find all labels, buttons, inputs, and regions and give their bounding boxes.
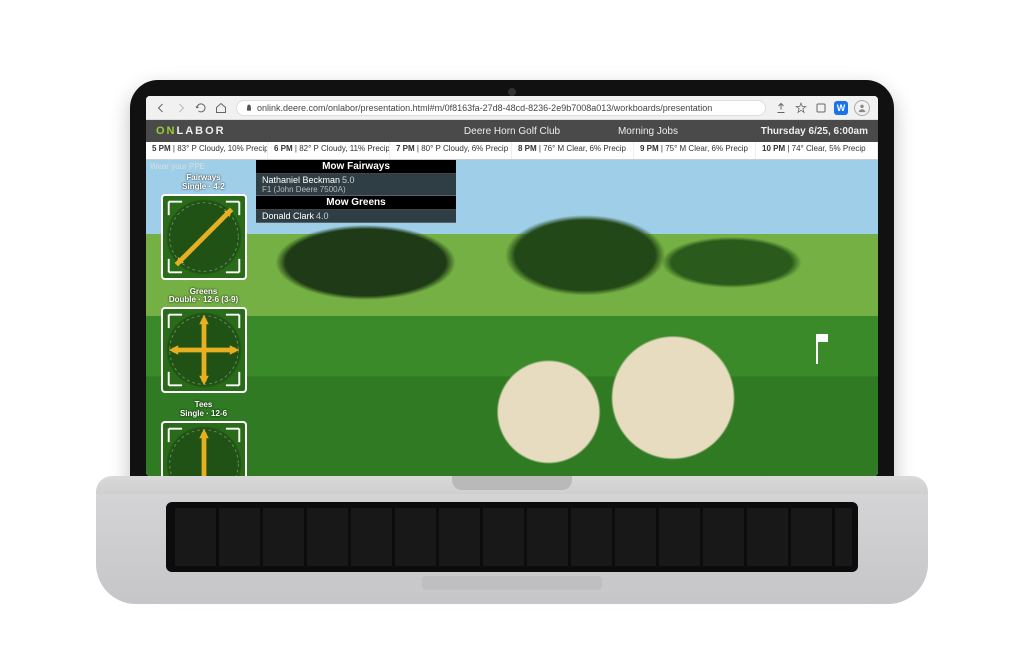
job-board: Mow Fairways Nathaniel Beckman5.0 F1 (Jo… (256, 160, 456, 223)
weather-cell: 9 PM | 75° M Clear, 6% Precip (634, 142, 756, 159)
reload-button[interactable] (194, 101, 208, 115)
address-bar[interactable]: onlink.deere.com/onlabor/presentation.ht… (236, 100, 766, 116)
datetime-label: Thursday 6/25, 6:00am (761, 126, 868, 137)
keyboard-keys (166, 502, 858, 572)
weather-cell: 5 PM | 83° P Cloudy, 10% Precip (146, 142, 268, 159)
ppe-note: Wear your PPE (150, 162, 205, 171)
word-extension-icon[interactable]: W (834, 101, 848, 115)
back-button[interactable] (154, 101, 168, 115)
laptop-mockup: onlink.deere.com/onlabor/presentation.ht… (130, 80, 894, 580)
laptop-base (96, 476, 928, 626)
lock-icon (245, 104, 253, 112)
direction-tile-tees[interactable] (161, 421, 247, 476)
app-viewport: ONLABOR Deere Horn Golf Club Morning Job… (146, 120, 878, 476)
screen: onlink.deere.com/onlabor/presentation.ht… (146, 96, 878, 476)
direction-sidebar: FairwaysSingle · 4-2 (156, 174, 251, 476)
tile-label: GreensDouble · 12-6 (3-9) (156, 288, 251, 306)
weather-cell: 8 PM | 76° M Clear, 6% Precip (512, 142, 634, 159)
shift-label: Morning Jobs (618, 126, 678, 137)
extension-icon[interactable] (814, 101, 828, 115)
weather-strip: 5 PM | 83° P Cloudy, 10% Precip 6 PM | 8… (146, 142, 878, 160)
star-button[interactable] (794, 101, 808, 115)
url-text: onlink.deere.com/onlabor/presentation.ht… (257, 103, 712, 113)
share-button[interactable] (774, 101, 788, 115)
tile-label: FairwaysSingle · 4-2 (156, 174, 251, 192)
browser-chrome: onlink.deere.com/onlabor/presentation.ht… (146, 96, 878, 120)
job-row[interactable]: Donald Clark4.0 (256, 210, 456, 223)
trackpad (422, 576, 602, 590)
app-header: ONLABOR Deere Horn Golf Club Morning Job… (146, 120, 878, 142)
job-header: Mow Fairways (256, 160, 456, 174)
job-row[interactable]: Nathaniel Beckman5.0 F1 (John Deere 7500… (256, 174, 456, 196)
direction-tile-greens[interactable] (161, 307, 247, 393)
tile-label: TeesSingle · 12-6 (156, 401, 251, 419)
weather-cell: 6 PM | 82° P Cloudy, 11% Precip (268, 142, 390, 159)
weather-cell: 7 PM | 80° P Cloudy, 6% Precip (390, 142, 512, 159)
job-equipment: F1 (John Deere 7500A) (262, 185, 450, 194)
weather-cell: 10 PM | 74° Clear, 5% Precip (756, 142, 878, 159)
direction-tile-fairways[interactable] (161, 194, 247, 280)
forward-button[interactable] (174, 101, 188, 115)
job-header: Mow Greens (256, 196, 456, 210)
profile-avatar[interactable] (854, 100, 870, 116)
home-button[interactable] (214, 101, 228, 115)
content-area: Wear your PPE FairwaysSingle · 4-2 (146, 160, 878, 476)
app-logo: ONLABOR (156, 125, 226, 137)
